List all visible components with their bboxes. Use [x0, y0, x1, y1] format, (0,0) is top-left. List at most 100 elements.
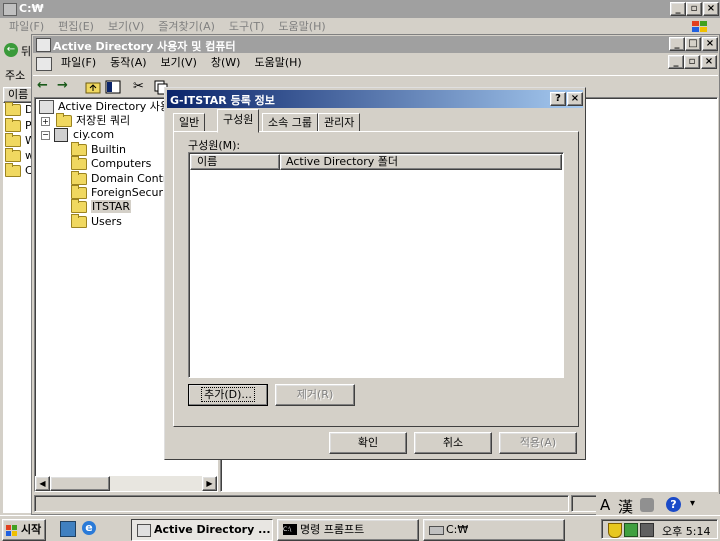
task-active-directory[interactable]: Active Directory ... — [131, 519, 273, 541]
dialog-title: G-ITSTAR 등록 정보 — [170, 94, 275, 107]
tree-domain-controllers[interactable]: Domain Contro — [71, 171, 174, 186]
mmc-app-icon — [36, 38, 51, 52]
tree-itstar[interactable]: ITSTAR — [71, 199, 131, 214]
explorer-back-button[interactable]: ← 뒤 — [2, 40, 34, 60]
tree-computers[interactable]: Computers — [71, 156, 151, 171]
explorer-file-item[interactable]: D — [5, 102, 33, 117]
folder-icon — [5, 102, 21, 116]
explorer-title: C:₩ — [19, 2, 44, 15]
tree-root[interactable]: Active Directory 사용자 — [39, 100, 180, 114]
folder-icon — [71, 214, 87, 228]
windows-flag-icon — [6, 524, 18, 536]
explorer-restore-button[interactable]: ▫ — [686, 2, 702, 16]
taskbar: 시작 e Active Directory ... C:\ 명령 프롬프트 C:… — [0, 515, 720, 541]
mmc-child-restore-button[interactable]: ▫ — [684, 55, 700, 69]
tree-hscrollbar[interactable]: ◀ ▶ — [35, 476, 217, 491]
folder-icon — [71, 156, 87, 170]
mmc-child-minimize-button[interactable]: _ — [668, 55, 684, 69]
explorer-menu-edit[interactable]: 편집(E) — [51, 19, 101, 35]
back-arrow-icon: ← — [4, 43, 18, 57]
column-header-name[interactable]: 이름 — [190, 154, 280, 170]
mmc-small-icon — [137, 524, 151, 537]
members-listview[interactable]: 이름 Active Directory 폴더 — [188, 152, 564, 378]
back-icon[interactable]: ← — [37, 79, 53, 95]
quicklaunch-desktop-icon[interactable] — [60, 521, 76, 537]
mmc-maximize-button[interactable]: □ — [685, 37, 701, 51]
tree-domain[interactable]: − ciy.com — [41, 128, 114, 142]
collapse-minus-icon[interactable]: − — [41, 130, 50, 140]
tree-builtin[interactable]: Builtin — [71, 142, 126, 157]
explorer-close-button[interactable]: × — [703, 2, 719, 16]
explorer-minimize-button[interactable]: _ — [670, 2, 686, 16]
mmc-menu-help[interactable]: 도움말(H) — [247, 54, 308, 72]
folder-icon — [71, 185, 87, 199]
apply-button[interactable]: 적용(A) — [499, 432, 577, 454]
tab-managed-by[interactable]: 관리자 — [318, 113, 361, 132]
ime-tools-icon[interactable] — [640, 498, 654, 512]
cancel-button[interactable]: 취소 — [414, 432, 492, 454]
mmc-menu-action[interactable]: 동작(A) — [103, 54, 153, 72]
up-folder-icon[interactable] — [85, 79, 101, 95]
task-explorer[interactable]: C:₩ — [423, 519, 565, 541]
mmc-menu-view[interactable]: 보기(V) — [154, 54, 204, 72]
domain-icon — [54, 128, 68, 142]
security-shield-icon[interactable] — [608, 523, 622, 538]
ime-hanja[interactable]: 漢 — [618, 496, 633, 517]
explorer-file-item[interactable]: w — [5, 148, 34, 163]
langbar-options-icon[interactable]: ▾ — [690, 498, 695, 509]
tab-panel: 구성원(M): 이름 Active Directory 폴더 추가(D)... … — [173, 131, 579, 427]
cut-icon[interactable]: ✂ — [133, 79, 149, 95]
explorer-file-item[interactable]: P — [5, 118, 32, 133]
dialog-help-button[interactable]: ? — [550, 92, 566, 106]
ou-folder-icon — [71, 199, 87, 213]
ime-mode-a[interactable]: A — [600, 496, 610, 514]
ok-button[interactable]: 확인 — [329, 432, 407, 454]
dialog-titlebar[interactable]: G-ITSTAR 등록 정보 ? × — [167, 90, 583, 108]
scroll-right-icon[interactable]: ▶ — [202, 476, 217, 491]
explorer-back-label: 뒤 — [21, 45, 32, 58]
task-command-prompt[interactable]: C:\ 명령 프롬프트 — [277, 519, 419, 541]
explorer-menu-tools[interactable]: 도구(T) — [222, 19, 272, 35]
explorer-menu-help[interactable]: 도움말(H) — [271, 19, 332, 35]
explorer-menu-file[interactable]: 파일(F) — [2, 19, 51, 35]
drive-icon — [429, 526, 444, 535]
explorer-column-header-name[interactable]: 이름 — [3, 87, 33, 103]
windows-logo-icon — [690, 20, 710, 34]
tree-foreign-security[interactable]: ForeignSecurit — [71, 185, 170, 200]
dialog-close-button[interactable]: × — [567, 92, 583, 106]
tree-saved-queries[interactable]: + 저장된 쿼리 — [41, 113, 130, 128]
tab-members[interactable]: 구성원 — [217, 109, 260, 133]
start-button[interactable]: 시작 — [2, 519, 46, 541]
explorer-menu-favorites[interactable]: 즐겨찾기(A) — [151, 19, 222, 35]
expand-plus-icon[interactable]: + — [41, 116, 50, 126]
forward-icon[interactable]: → — [57, 79, 73, 95]
tab-member-of[interactable]: 소속 그룹 — [262, 113, 318, 132]
column-header-folder[interactable]: Active Directory 폴더 — [280, 154, 562, 170]
explorer-menubar: 파일(F) 편집(E) 보기(V) 즐겨찾기(A) 도구(T) 도움말(H) — [2, 19, 333, 35]
add-button[interactable]: 추가(D)... — [188, 384, 268, 406]
help-icon[interactable]: ? — [666, 497, 681, 512]
tab-general[interactable]: 일반 — [173, 113, 206, 132]
network-icon[interactable] — [624, 523, 638, 537]
scroll-thumb[interactable] — [50, 476, 110, 491]
scroll-left-icon[interactable]: ◀ — [35, 476, 50, 491]
explorer-file-item[interactable]: C — [5, 163, 33, 178]
mmc-menu-file[interactable]: 파일(F) — [54, 54, 103, 72]
ime-tray-icon[interactable] — [640, 523, 654, 537]
show-tree-icon[interactable] — [105, 79, 121, 95]
explorer-titlebar[interactable]: C:₩ _ ▫ × — [0, 0, 720, 18]
remove-button[interactable]: 제거(R) — [275, 384, 355, 406]
explorer-menu-view[interactable]: 보기(V) — [101, 19, 151, 35]
folder-icon — [71, 142, 87, 156]
mmc-child-close-button[interactable]: × — [701, 55, 717, 69]
folder-icon — [5, 163, 21, 177]
quicklaunch-ie-icon[interactable]: e — [82, 521, 96, 535]
tree-users[interactable]: Users — [71, 214, 122, 229]
mmc-close-button[interactable]: × — [702, 37, 718, 51]
mmc-menu-window[interactable]: 창(W) — [204, 54, 248, 72]
mmc-doc-icon — [36, 57, 52, 71]
ad-snapin-icon — [39, 100, 54, 114]
mmc-titlebar[interactable]: Active Directory 사용자 및 컴퓨터 _ □ × — [33, 36, 718, 53]
mmc-menubar: 파일(F) 동작(A) 보기(V) 창(W) 도움말(H) — [34, 54, 309, 72]
mmc-minimize-button[interactable]: _ — [669, 37, 685, 51]
